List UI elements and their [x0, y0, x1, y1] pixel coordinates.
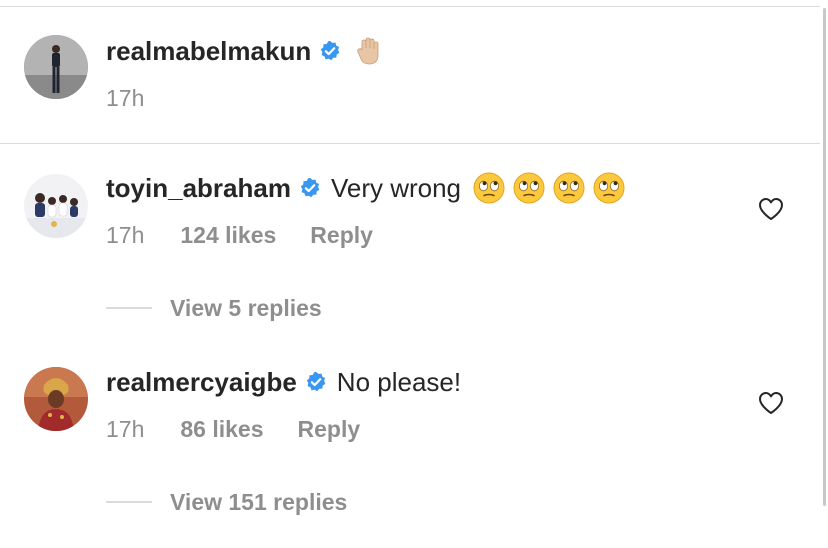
- verified-badge-icon: [305, 371, 327, 393]
- timestamp: 17h: [106, 84, 145, 111]
- like-heart-icon[interactable]: [758, 391, 784, 415]
- avatar[interactable]: [24, 35, 88, 99]
- comment-text: No please!: [336, 366, 462, 397]
- timestamp: 17h: [106, 221, 145, 248]
- caption-divider: [0, 143, 828, 144]
- scrollbar-thumb[interactable]: [823, 8, 826, 506]
- timestamp: 17h: [106, 415, 145, 442]
- view-replies-label: View 5 replies: [170, 294, 322, 321]
- comment-row: realmercyaigbe No please!: [106, 364, 461, 400]
- comment-meta: 17h 86 likes Reply: [106, 416, 360, 442]
- view-replies-button[interactable]: View 5 replies: [106, 294, 322, 322]
- face-with-rolling-eyes-emoji-icon: [593, 172, 625, 204]
- view-replies-button[interactable]: View 151 replies: [106, 488, 347, 516]
- post-caption: realmabelmakun: [106, 33, 385, 69]
- comment-row: toyin_abraham Very wrong: [106, 170, 625, 206]
- likes-count[interactable]: 86 likes: [180, 416, 263, 443]
- post-meta: 17h: [106, 85, 144, 111]
- username[interactable]: realmabelmakun: [106, 36, 311, 67]
- replies-dash: [106, 307, 152, 309]
- reply-button[interactable]: Reply: [298, 416, 361, 443]
- verified-badge-icon: [299, 177, 321, 199]
- comment-meta: 17h 124 likes Reply: [106, 222, 373, 248]
- avatar[interactable]: [24, 174, 88, 238]
- raised-hand-emoji-icon: [353, 35, 385, 67]
- like-heart-icon[interactable]: [758, 197, 784, 221]
- verified-badge-icon: [319, 40, 341, 62]
- face-with-rolling-eyes-emoji-icon: [473, 172, 505, 204]
- avatar[interactable]: [24, 367, 88, 431]
- face-with-rolling-eyes-emoji-icon: [513, 172, 545, 204]
- username[interactable]: realmercyaigbe: [106, 367, 297, 398]
- username[interactable]: toyin_abraham: [106, 173, 291, 204]
- likes-count[interactable]: 124 likes: [180, 222, 276, 249]
- top-divider: [0, 6, 828, 7]
- reply-button[interactable]: Reply: [310, 222, 373, 249]
- face-with-rolling-eyes-emoji-icon: [553, 172, 585, 204]
- view-replies-label: View 151 replies: [170, 488, 348, 515]
- comment-text: Very wrong: [330, 172, 462, 203]
- replies-dash: [106, 501, 152, 503]
